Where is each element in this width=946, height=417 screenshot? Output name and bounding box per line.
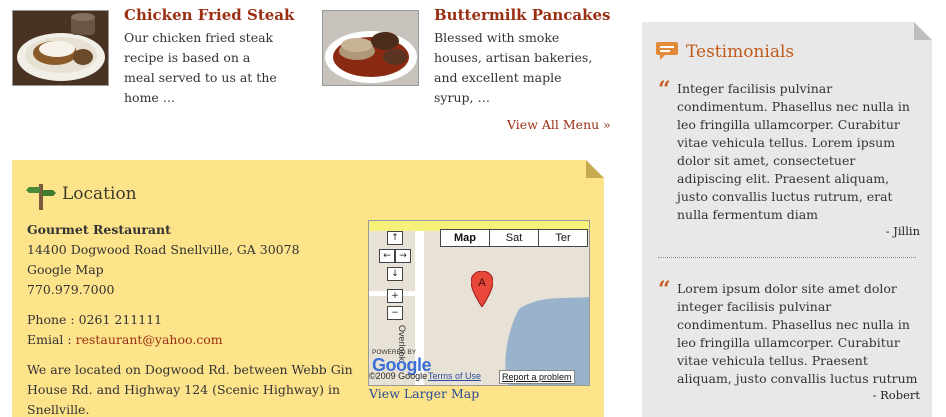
map-type-satellite[interactable]: Sat: [489, 230, 538, 246]
menu-item-description: Our chicken fried steak recipe is based …: [124, 30, 277, 105]
testimonial-item: “ Lorem ipsum dolor site amet dolor inte…: [658, 277, 920, 402]
menu-item-title[interactable]: Chicken Fried Steak: [124, 6, 294, 24]
testimonials-title: Testimonials: [686, 42, 795, 62]
testimonials-panel: Testimonials “ Integer facilisis pulvina…: [642, 22, 932, 417]
map-type-map[interactable]: Map: [441, 230, 489, 246]
report-problem-link[interactable]: Report a problem: [499, 370, 575, 384]
zoom-in-button[interactable]: +: [387, 289, 403, 303]
phone-line: Phone : 0261 211111: [27, 312, 163, 327]
buttermilk-pancakes-image[interactable]: [322, 10, 419, 86]
email-label: Emial :: [27, 332, 76, 347]
main-phone: 770.979.7000: [27, 282, 115, 297]
testimonial-text: Integer facilisis pulvinar condimentum. …: [677, 81, 910, 222]
pan-down-button[interactable]: ↓: [387, 267, 403, 281]
pan-right-button[interactable]: →: [395, 249, 411, 263]
email-link[interactable]: restaurant@yahoo.com: [76, 332, 223, 347]
location-panel: Location Gourmet Restaurant 14400 Dogwoo…: [12, 160, 604, 417]
testimonial-item: “ Integer facilisis pulvinar condimentum…: [658, 77, 920, 238]
terms-of-use-link[interactable]: Terms of Use: [428, 371, 481, 381]
google-map[interactable]: ↑ ← → ↓ + − Map Sat Ter A Overlook POWER…: [368, 220, 590, 386]
map-copyright: ©2009 Google: [369, 371, 428, 381]
view-all-menu-link[interactable]: View All Menu »: [507, 117, 611, 132]
speech-bubble-icon: [656, 41, 678, 61]
email-line: Emial : restaurant@yahoo.com: [27, 330, 367, 350]
testimonial-text: Lorem ipsum dolor site amet dolor intege…: [677, 281, 918, 386]
corner-fold: [586, 160, 604, 178]
restaurant-name: Gourmet Restaurant: [27, 222, 171, 237]
menu-item-title[interactable]: Buttermilk Pancakes: [434, 6, 611, 24]
map-label: Google Map: [27, 262, 104, 277]
chicken-fried-steak-image[interactable]: [12, 10, 109, 86]
directions-text: We are located on Dogwood Rd. between We…: [27, 362, 353, 417]
divider: [658, 257, 916, 258]
signpost-icon: [26, 180, 56, 210]
address: 14400 Dogwood Road Snellville, GA 30078: [27, 242, 300, 257]
map-type-terrain[interactable]: Ter: [538, 230, 587, 246]
location-info: Gourmet Restaurant 14400 Dogwood Road Sn…: [27, 220, 367, 417]
pan-left-button[interactable]: ←: [379, 249, 395, 263]
testimonial-author: - Robert: [872, 388, 920, 402]
testimonial-author: - Jillin: [885, 224, 920, 238]
quote-mark-icon: “: [658, 77, 671, 103]
corner-fold: [914, 22, 932, 40]
pan-up-button[interactable]: ↑: [387, 231, 403, 245]
zoom-out-button[interactable]: −: [387, 306, 403, 320]
map-pin-icon[interactable]: A: [471, 271, 493, 307]
location-title: Location: [62, 184, 137, 204]
quote-mark-icon: “: [658, 277, 671, 303]
map-pin-letter: A: [478, 277, 486, 289]
menu-item-description: Blessed with smoke houses, artisan baker…: [434, 30, 593, 105]
view-larger-map-link[interactable]: View Larger Map: [369, 386, 479, 401]
map-type-selector: Map Sat Ter: [440, 229, 588, 247]
